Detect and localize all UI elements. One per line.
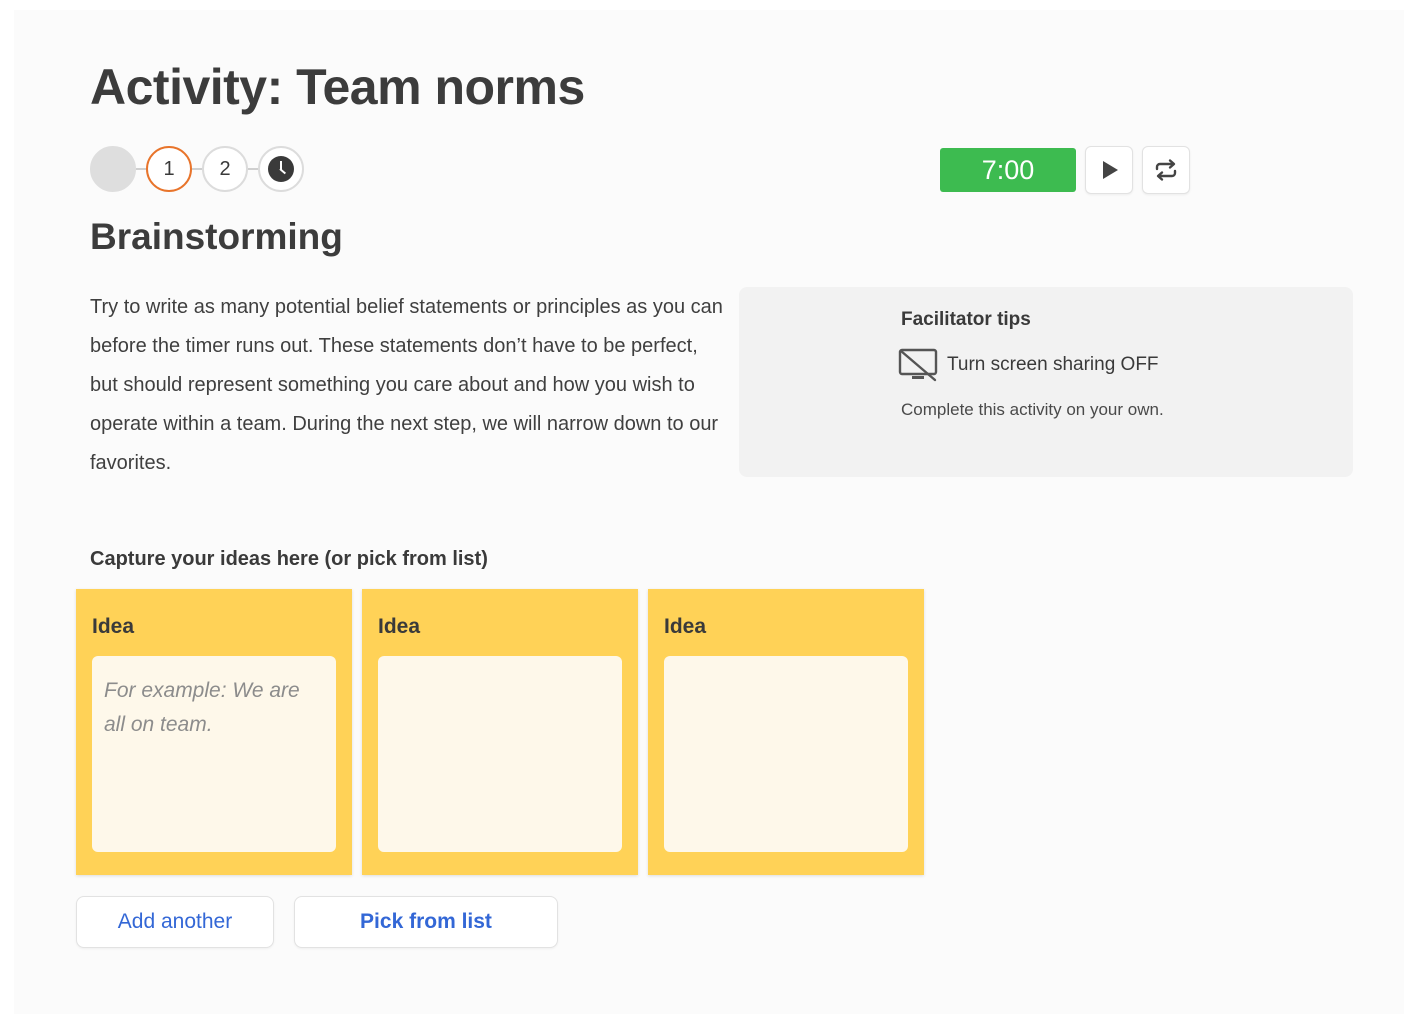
repeat-icon [1155, 159, 1177, 181]
clock-icon [268, 156, 294, 182]
step-timer[interactable] [258, 146, 304, 192]
activity-description: Try to write as many potential belief st… [90, 296, 723, 474]
pick-from-list-button[interactable]: Pick from list [294, 896, 558, 948]
idea-input[interactable] [92, 656, 336, 852]
step-progress: 1 2 [90, 146, 310, 194]
idea-card-label: Idea [664, 615, 707, 638]
step-1[interactable]: 1 [146, 146, 192, 192]
idea-card: Idea [648, 589, 924, 875]
page: Activity: Team norms 1 2 7:00 Brainstorm… [14, 10, 1404, 1014]
step-completed[interactable] [90, 146, 136, 192]
add-another-button[interactable]: Add another [76, 896, 274, 948]
idea-card-label: Idea [378, 615, 421, 638]
play-button[interactable] [1085, 146, 1133, 194]
facilitator-note: Complete this activity on your own. [901, 400, 1164, 419]
facilitator-tips-panel: Facilitator tips Turn screen sharing OFF… [739, 287, 1353, 477]
timer-display: 7:00 [940, 148, 1076, 192]
facilitator-tips-title: Facilitator tips [901, 309, 1031, 330]
idea-input[interactable] [378, 656, 622, 852]
reset-timer-button[interactable] [1142, 146, 1190, 194]
step-2-label: 2 [219, 157, 231, 180]
idea-card: Idea [362, 589, 638, 875]
screen-sharing-row: Turn screen sharing OFF [897, 347, 1159, 383]
page-title: Activity: Team norms [90, 59, 585, 115]
screen-sharing-text: Turn screen sharing OFF [947, 354, 1159, 375]
section-title: Brainstorming [90, 216, 343, 257]
play-icon [1103, 161, 1118, 179]
step-1-label: 1 [163, 157, 175, 180]
timer-value: 7:00 [981, 154, 1035, 185]
step-2[interactable]: 2 [202, 146, 248, 192]
idea-card: Idea [76, 589, 352, 875]
screen-share-off-icon [898, 348, 938, 382]
idea-card-label: Idea [92, 615, 135, 638]
idea-input[interactable] [664, 656, 908, 852]
capture-ideas-label: Capture your ideas here (or pick from li… [90, 548, 488, 570]
